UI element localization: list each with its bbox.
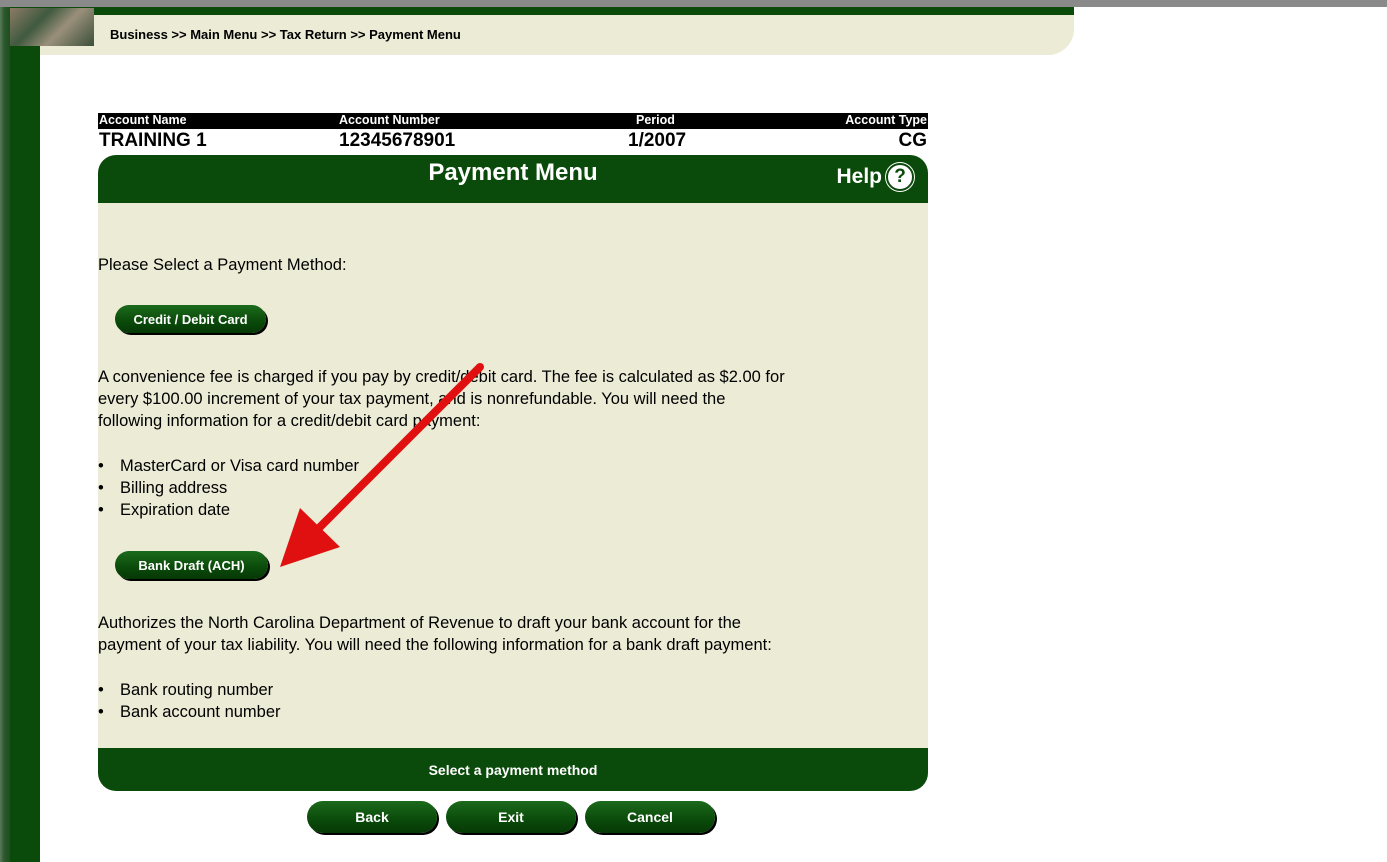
account-header-labels: Account Name Account Number Period Accou… bbox=[98, 113, 928, 129]
card-description-line-3: following information for a credit/debit… bbox=[98, 412, 481, 430]
help-question-icon: ? bbox=[886, 163, 914, 191]
window-top-border bbox=[0, 0, 1387, 7]
page-title: Payment Menu bbox=[428, 159, 598, 186]
card-requirement-item: Expiration date bbox=[98, 499, 230, 521]
period-label: Period bbox=[636, 113, 675, 127]
card-description-line-2: every $100.00 increment of your tax paym… bbox=[98, 390, 726, 408]
card-requirement-item: MasterCard or Visa card number bbox=[98, 455, 359, 477]
account-header-values: TRAINING 1 12345678901 1/2007 CG bbox=[98, 129, 928, 153]
page-title-bar: Payment Menu Help ? bbox=[98, 155, 928, 203]
ach-description-line-1: Authorizes the North Carolina Department… bbox=[98, 614, 741, 632]
period-value: 1/2007 bbox=[628, 130, 687, 151]
account-name-value: TRAINING 1 bbox=[99, 130, 207, 151]
payment-content-panel: Please Select a Payment Method: Credit /… bbox=[98, 203, 928, 748]
cancel-button[interactable]: Cancel bbox=[585, 801, 715, 833]
status-message-bar: Select a payment method bbox=[98, 748, 928, 791]
ach-requirement-item: Bank routing number bbox=[98, 679, 273, 701]
back-button[interactable]: Back bbox=[307, 801, 437, 833]
card-requirement-item: Billing address bbox=[98, 477, 227, 499]
account-number-value: 12345678901 bbox=[339, 130, 456, 151]
payment-method-prompt: Please Select a Payment Method: bbox=[98, 256, 347, 274]
ach-description-line-2: payment of your tax liability. You will … bbox=[98, 636, 772, 654]
credit-debit-card-button[interactable]: Credit / Debit Card bbox=[115, 305, 266, 333]
exit-button[interactable]: Exit bbox=[446, 801, 576, 833]
account-type-label: Account Type bbox=[845, 113, 927, 127]
card-description-line-1: A convenience fee is charged if you pay … bbox=[98, 368, 785, 386]
ach-requirement-item: Bank account number bbox=[98, 701, 281, 723]
top-green-band bbox=[10, 7, 1074, 15]
bank-draft-ach-button[interactable]: Bank Draft (ACH) bbox=[115, 551, 268, 579]
account-type-value: CG bbox=[898, 130, 928, 151]
left-green-band bbox=[10, 7, 40, 862]
account-number-label: Account Number bbox=[339, 113, 440, 127]
breadcrumb: Business >> Main Menu >> Tax Return >> P… bbox=[110, 27, 461, 42]
help-label: Help bbox=[836, 165, 882, 188]
left-frame-bar bbox=[0, 7, 10, 862]
header-photo-image bbox=[10, 8, 94, 46]
account-name-label: Account Name bbox=[99, 113, 187, 127]
help-link[interactable]: Help ? bbox=[836, 163, 914, 191]
